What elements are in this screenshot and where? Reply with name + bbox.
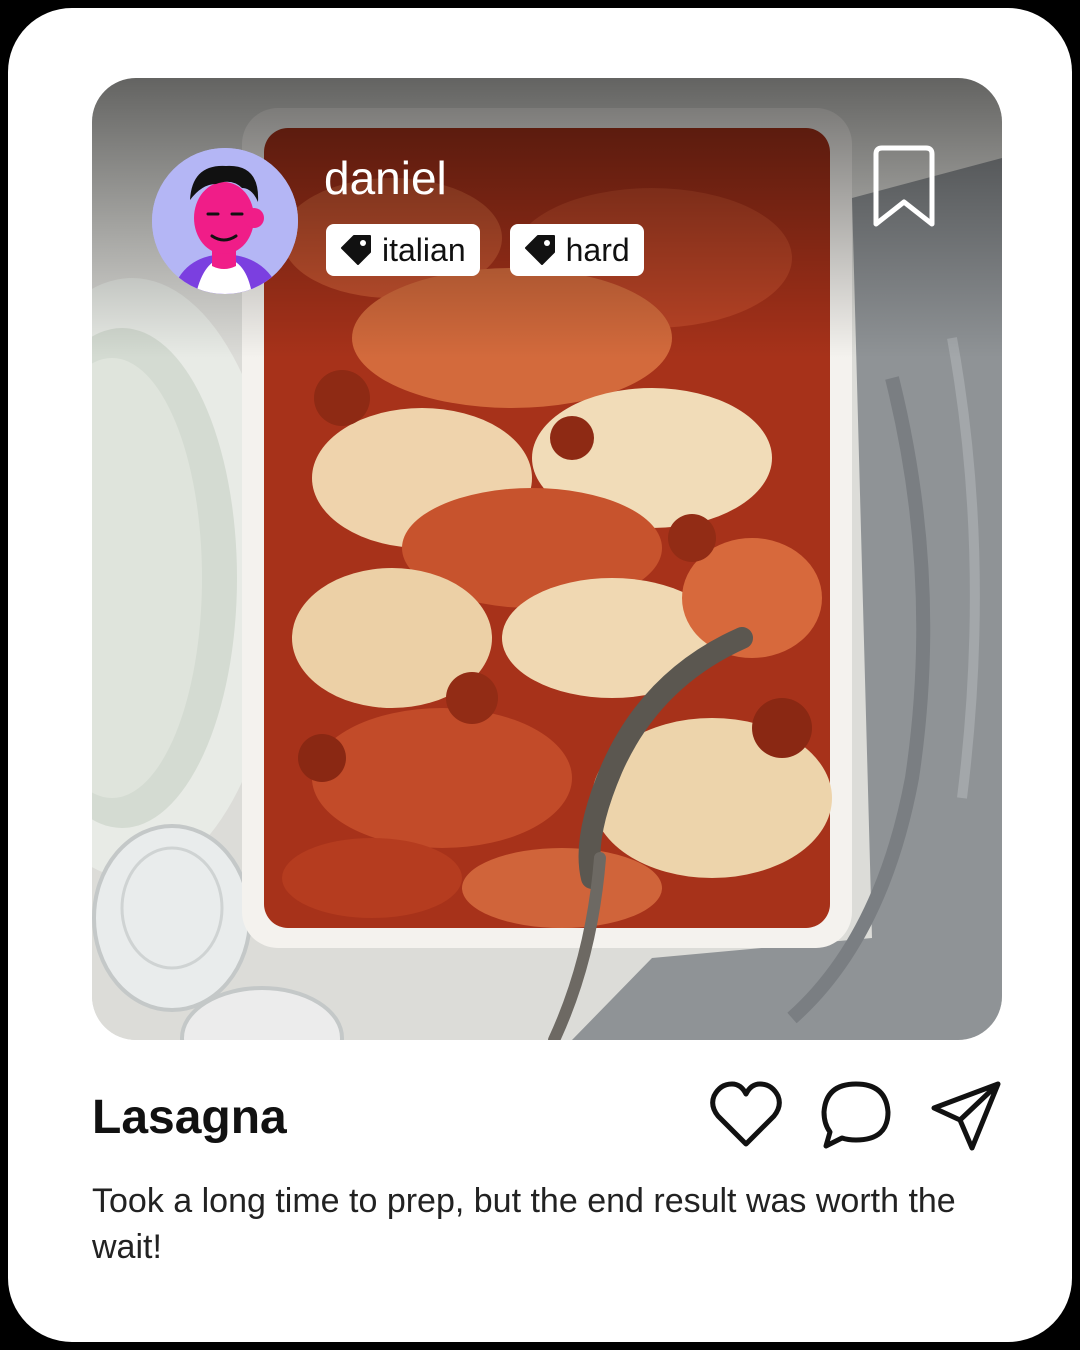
post-caption: Took a long time to prep, but the end re… bbox=[92, 1182, 956, 1266]
tag-icon bbox=[524, 235, 555, 265]
send-icon[interactable] bbox=[928, 1078, 1004, 1154]
tag-icon bbox=[341, 235, 371, 265]
heart-icon[interactable] bbox=[708, 1078, 784, 1154]
tag-label: italian bbox=[382, 231, 466, 268]
comment-icon[interactable] bbox=[818, 1078, 894, 1154]
avatar-illustration bbox=[152, 148, 298, 294]
bookmark-icon[interactable] bbox=[872, 144, 936, 230]
tag-hard[interactable]: hard bbox=[509, 224, 644, 276]
tag-label: hard bbox=[565, 231, 630, 268]
tag-list: italian hard bbox=[326, 224, 644, 276]
post-card: daniel italian hard Lasagna Took a long … bbox=[8, 8, 1072, 1342]
post-actions bbox=[708, 1078, 1004, 1154]
tag-italian[interactable]: italian bbox=[326, 224, 480, 276]
post-title: Lasagna bbox=[92, 1091, 287, 1144]
username[interactable]: daniel bbox=[324, 148, 447, 208]
post-photo[interactable]: daniel italian hard bbox=[92, 78, 1002, 1040]
avatar[interactable] bbox=[152, 148, 298, 294]
